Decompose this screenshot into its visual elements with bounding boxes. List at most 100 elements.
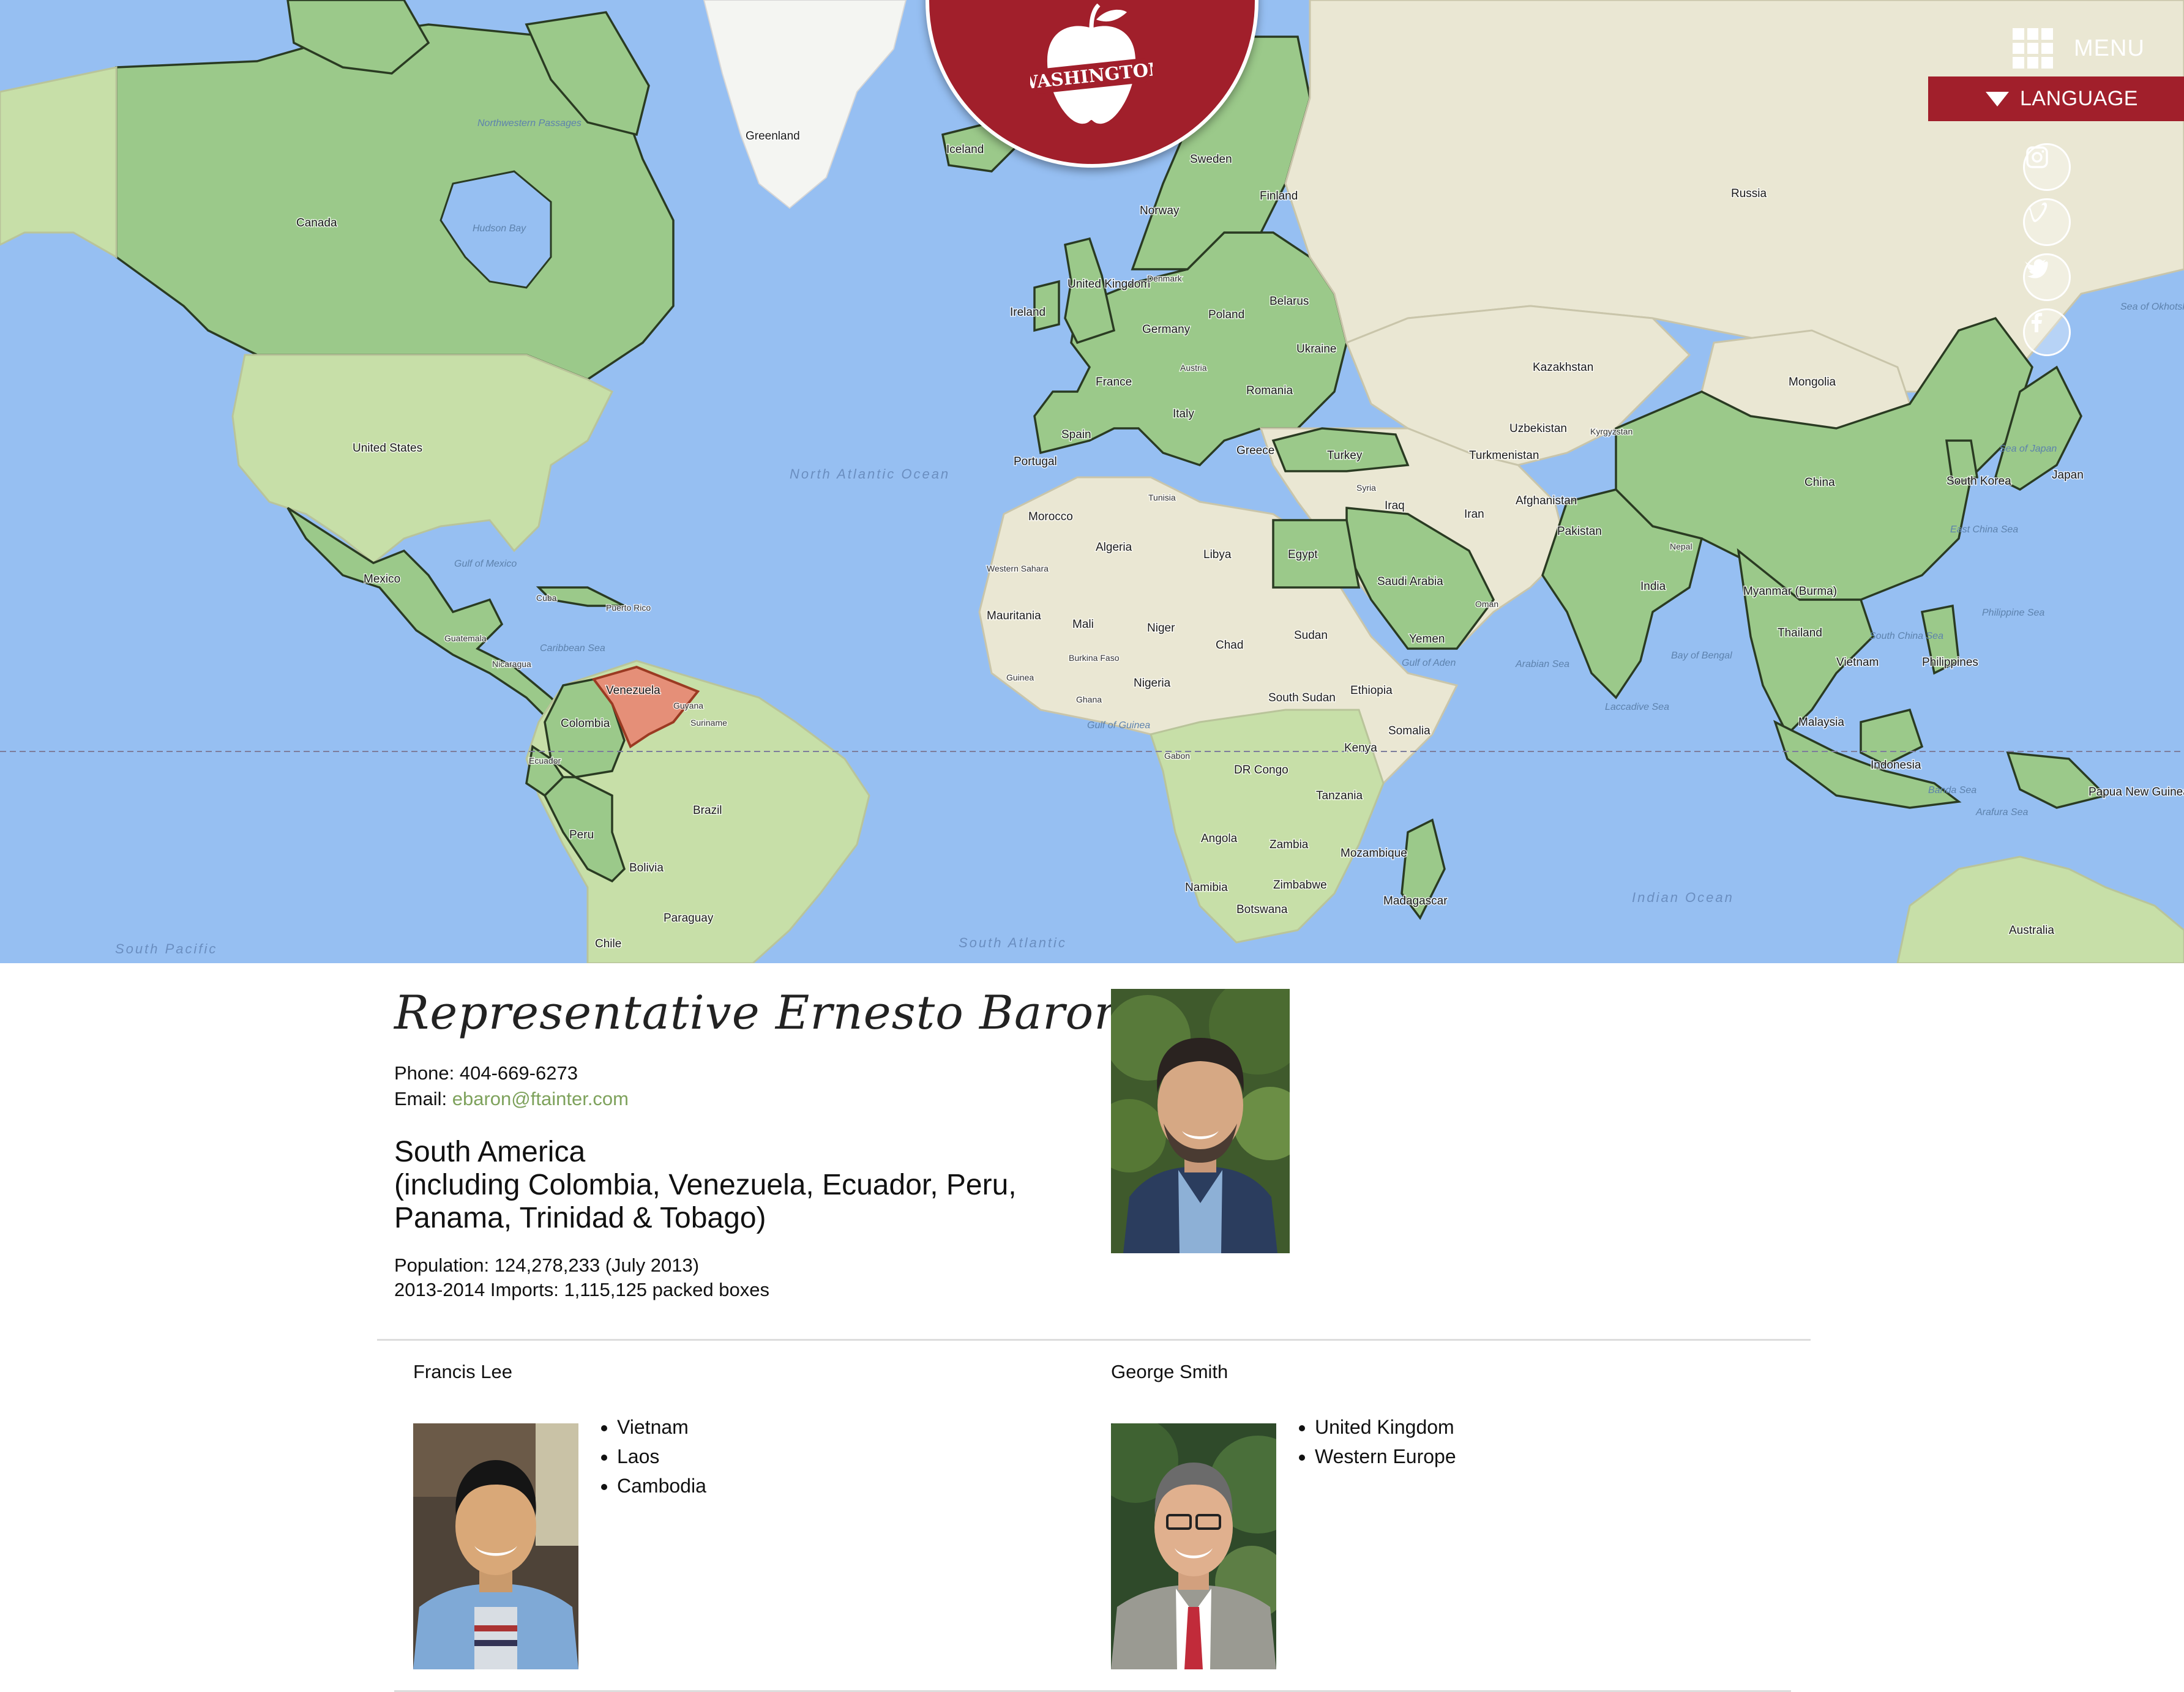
dr-congo-label: DR Congo [1234, 764, 1288, 777]
menu-label: MENU [2074, 35, 2145, 61]
email-link[interactable]: ebaron@ftainter.com [452, 1088, 629, 1109]
guinea-label: Guinea [1006, 673, 1034, 682]
philippine-sea-label: Philippine Sea [1982, 608, 2044, 618]
ukraine-label: Ukraine [1296, 343, 1336, 356]
banda-sea-label: Banda Sea [1928, 785, 1976, 796]
indian-ocean-label: Indian Ocean [1632, 890, 1734, 905]
china-label: China [1804, 476, 1835, 489]
namibia-label: Namibia [1185, 881, 1228, 894]
somalia-label: Somalia [1388, 725, 1430, 737]
section-divider [377, 1339, 1811, 1341]
nicaragua-label: Nicaragua [492, 659, 531, 669]
uzbekistan-label: Uzbekistan [1509, 422, 1567, 435]
alaska-shape [0, 66, 118, 259]
mongolia-label: Mongolia [1789, 376, 1836, 389]
list-item: Laos [617, 1442, 706, 1471]
borneo-shape[interactable] [1860, 708, 1924, 766]
grid-menu-icon [2013, 28, 2053, 69]
germany-label: Germany [1142, 323, 1191, 336]
person-name-francis-lee: Francis Lee [413, 1361, 512, 1382]
world-map[interactable]: Greenland Iceland Sweden Finland Norway … [0, 0, 2184, 963]
syria-label: Syria [1356, 483, 1376, 493]
george-smith-countries: United Kingdom Western Europe [1287, 1412, 1456, 1471]
region-countries-line1: (including Colombia, Venezuela, Ecuador,… [394, 1169, 1017, 1201]
turkey-label: Turkey [1327, 449, 1363, 462]
indonesia-label: Indonesia [1871, 759, 1921, 772]
saudi-arabia-label: Saudi Arabia [1377, 575, 1443, 588]
laccadive-label: Laccadive Sea [1605, 702, 1669, 712]
vimeo-icon[interactable] [2023, 198, 2071, 246]
list-item: Western Europe [1315, 1442, 1456, 1471]
yemen-label: Yemen [1409, 633, 1445, 646]
canada-label: Canada [296, 217, 337, 229]
norway-label: Norway [1140, 204, 1180, 217]
greece-label: Greece [1236, 444, 1274, 457]
tanzania-label: Tanzania [1316, 789, 1363, 802]
representative-panel: Representative Ernesto Baron Phone: 404-… [0, 963, 2184, 1692]
bolivia-label: Bolivia [629, 862, 664, 874]
austria-label: Austria [1180, 363, 1207, 373]
western-sahara-label: Western Sahara [987, 564, 1049, 573]
uk-label: United Kingdom [1068, 278, 1150, 291]
mexico-shape[interactable] [286, 507, 578, 723]
ecuador-label: Ecuador [529, 756, 561, 766]
portugal-label: Portugal [1014, 455, 1057, 468]
region-title: South America [394, 1136, 586, 1168]
guyana-label: Guyana [673, 701, 703, 710]
zambia-label: Zambia [1270, 838, 1309, 851]
vietnam-label: Vietnam [1836, 656, 1879, 669]
japan-label: Japan [2052, 469, 2084, 482]
egypt-label: Egypt [1288, 548, 1318, 561]
email-line: Email: ebaron@ftainter.com [394, 1088, 629, 1110]
brazil-label: Brazil [693, 804, 722, 817]
language-label: LANGUAGE [2020, 87, 2138, 110]
usa-shape[interactable] [231, 354, 614, 564]
facebook-icon[interactable] [2023, 308, 2071, 356]
email-label: Email: [394, 1088, 447, 1109]
algeria-label: Algeria [1096, 541, 1132, 554]
poland-label: Poland [1208, 308, 1244, 321]
mauritania-label: Mauritania [987, 609, 1041, 622]
phone-line: Phone: 404-669-6273 [394, 1062, 578, 1084]
uk-shape[interactable] [1064, 237, 1116, 345]
myanmar-label: Myanmar (Burma) [1743, 585, 1837, 598]
representative-photo [1111, 989, 1290, 1253]
png-label: Papua New Guinea [2089, 786, 2184, 799]
sweden-label: Sweden [1190, 153, 1232, 166]
oman-label: Oman [1475, 599, 1498, 609]
gulf-aden-label: Gulf of Aden [1402, 658, 1456, 668]
phone-number[interactable]: 404-669-6273 [460, 1062, 578, 1084]
arafura-label: Arafura Sea [1975, 807, 2028, 818]
peru-label: Peru [569, 829, 594, 841]
russia-label: Russia [1731, 187, 1767, 200]
nw-passages-label: Northwestern Passages [477, 118, 582, 129]
language-dropdown[interactable]: LANGUAGE [1928, 76, 2184, 121]
malaysia-label: Malaysia [1798, 716, 1844, 729]
philippines-label: Philippines [1922, 656, 1978, 669]
okhotsk-label: Sea of Okhotsk [2120, 302, 2184, 312]
greenland-shape[interactable] [703, 0, 907, 209]
india-label: India [1640, 580, 1666, 593]
kenya-label: Kenya [1344, 742, 1377, 755]
imports-text: 2013-2014 Imports: 1,115,125 packed boxe… [394, 1279, 769, 1300]
bay-bengal-label: Bay of Bengal [1671, 650, 1732, 661]
png-shape[interactable] [2006, 751, 2108, 809]
caret-down-icon [1986, 91, 2009, 106]
australia-shape[interactable] [1896, 855, 2184, 963]
denmark-label: Denmark [1147, 274, 1183, 283]
south-korea-label: South Korea [1947, 475, 2011, 488]
suriname-label: Suriname [690, 718, 727, 728]
list-item: Cambodia [617, 1471, 706, 1500]
south-sudan-label: South Sudan [1268, 691, 1336, 704]
instagram-icon[interactable] [2023, 143, 2071, 191]
niger-label: Niger [1147, 622, 1175, 635]
italy-label: Italy [1173, 408, 1194, 420]
colombia-label: Colombia [561, 717, 610, 730]
twitter-icon[interactable] [2023, 253, 2071, 301]
menu-button[interactable]: MENU [2013, 28, 2160, 69]
iceland-label: Iceland [946, 143, 984, 156]
zimbabwe-label: Zimbabwe [1273, 879, 1327, 892]
list-item: Vietnam [617, 1412, 706, 1442]
representative-title: Representative Ernesto Baron [394, 985, 1125, 1040]
gulf-mexico-label: Gulf of Mexico [454, 559, 517, 569]
